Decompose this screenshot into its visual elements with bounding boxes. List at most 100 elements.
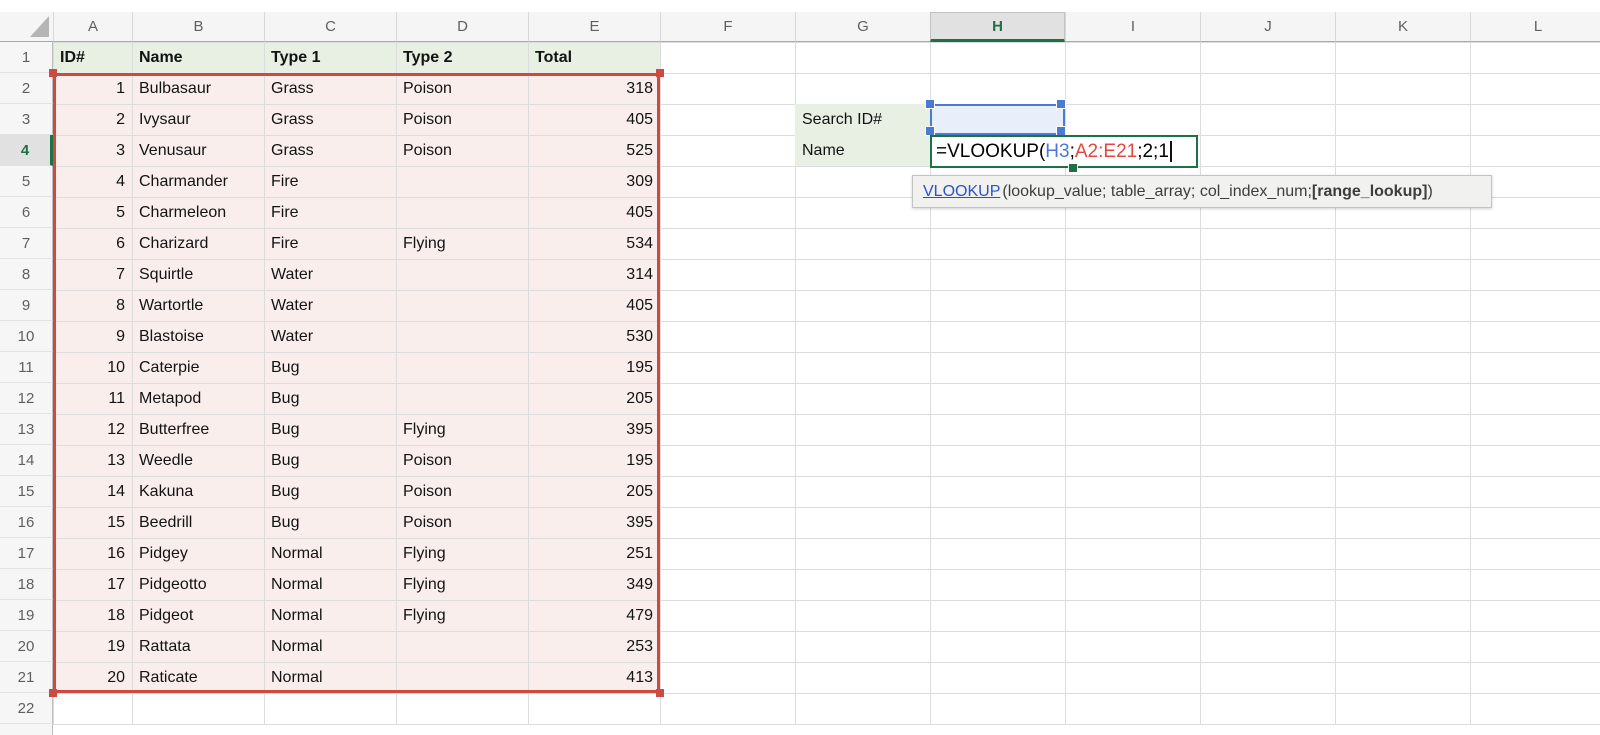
range-handle-bottom-left[interactable] (49, 689, 57, 697)
cell-B8[interactable]: Squirtle (132, 259, 264, 290)
range-handle-bottom-right[interactable] (656, 689, 664, 697)
cell-D16[interactable]: Poison (396, 507, 528, 538)
cell-C12[interactable]: Bug (264, 383, 396, 414)
cell-C21[interactable]: Normal (264, 662, 396, 693)
cell-C18[interactable]: Normal (264, 569, 396, 600)
cell-B17[interactable]: Pidgey (132, 538, 264, 569)
cell-B6[interactable]: Charmeleon (132, 197, 264, 228)
row-header-4[interactable]: 4 (0, 135, 53, 166)
row-header-9[interactable]: 9 (0, 290, 53, 321)
row-header-7[interactable]: 7 (0, 228, 53, 259)
column-header-G[interactable]: G (795, 12, 930, 42)
cell-A14[interactable]: 13 (53, 445, 132, 476)
cell-B20[interactable]: Rattata (132, 631, 264, 662)
cell-E11[interactable]: 195 (528, 352, 660, 383)
column-header-J[interactable]: J (1200, 12, 1335, 42)
cell-B12[interactable]: Metapod (132, 383, 264, 414)
cell-E3[interactable]: 405 (528, 104, 660, 135)
cell-D7[interactable]: Flying (396, 228, 528, 259)
row-header-10[interactable]: 10 (0, 321, 53, 352)
cell-E10[interactable]: 530 (528, 321, 660, 352)
cell-D5[interactable] (396, 166, 528, 197)
cell-A15[interactable]: 14 (53, 476, 132, 507)
cell-C1[interactable]: Type 1 (264, 42, 396, 73)
cell-A9[interactable]: 8 (53, 290, 132, 321)
row-header-21[interactable]: 21 (0, 662, 53, 693)
row-header-2[interactable]: 2 (0, 73, 53, 104)
cell-D17[interactable]: Flying (396, 538, 528, 569)
cell-B19[interactable]: Pidgeot (132, 600, 264, 631)
cell-D2[interactable]: Poison (396, 73, 528, 104)
row-header-12[interactable]: 12 (0, 383, 53, 414)
active-cell-fill-handle[interactable] (1068, 163, 1078, 173)
cell-E21[interactable]: 413 (528, 662, 660, 693)
column-header-H[interactable]: H (930, 12, 1065, 42)
row-header-17[interactable]: 17 (0, 538, 53, 569)
cell-B18[interactable]: Pidgeotto (132, 569, 264, 600)
row-header-22[interactable]: 22 (0, 693, 53, 724)
cell-A3[interactable]: 2 (53, 104, 132, 135)
column-header-D[interactable]: D (396, 12, 528, 42)
row-header-5[interactable]: 5 (0, 166, 53, 197)
column-header-B[interactable]: B (132, 12, 264, 42)
cell-B14[interactable]: Weedle (132, 445, 264, 476)
cell-C15[interactable]: Bug (264, 476, 396, 507)
row-header-8[interactable]: 8 (0, 259, 53, 290)
cell-C7[interactable]: Fire (264, 228, 396, 259)
cell-B1[interactable]: Name (132, 42, 264, 73)
row-header-15[interactable]: 15 (0, 476, 53, 507)
cell-E14[interactable]: 195 (528, 445, 660, 476)
select-all-corner[interactable] (0, 12, 53, 42)
cell-D15[interactable]: Poison (396, 476, 528, 507)
cell-D4[interactable]: Poison (396, 135, 528, 166)
cell-E8[interactable]: 314 (528, 259, 660, 290)
cell-A8[interactable]: 7 (53, 259, 132, 290)
cell-B21[interactable]: Raticate (132, 662, 264, 693)
cell-E1[interactable]: Total (528, 42, 660, 73)
cell-E2[interactable]: 318 (528, 73, 660, 104)
cell-C19[interactable]: Normal (264, 600, 396, 631)
selected-cell-H3[interactable] (930, 104, 1065, 135)
cell-B2[interactable]: Bulbasaur (132, 73, 264, 104)
row-header-1[interactable]: 1 (0, 42, 53, 73)
row-header-11[interactable]: 11 (0, 352, 53, 383)
vlookup-help-link[interactable]: VLOOKUP (923, 183, 1000, 201)
row-header-16[interactable]: 16 (0, 507, 53, 538)
cell-A18[interactable]: 17 (53, 569, 132, 600)
cell-E4[interactable]: 525 (528, 135, 660, 166)
cell-C13[interactable]: Bug (264, 414, 396, 445)
range-handle-top-left[interactable] (49, 69, 57, 77)
cell-B7[interactable]: Charizard (132, 228, 264, 259)
cell-C3[interactable]: Grass (264, 104, 396, 135)
cell-G4-name-label[interactable]: Name (795, 135, 930, 166)
cell-D13[interactable]: Flying (396, 414, 528, 445)
cell-B5[interactable]: Charmander (132, 166, 264, 197)
cell-A21[interactable]: 20 (53, 662, 132, 693)
cell-E20[interactable]: 253 (528, 631, 660, 662)
cell-C9[interactable]: Water (264, 290, 396, 321)
cell-E9[interactable]: 405 (528, 290, 660, 321)
cell-C14[interactable]: Bug (264, 445, 396, 476)
selection-handle-top-left[interactable] (925, 99, 935, 109)
cell-D11[interactable] (396, 352, 528, 383)
cell-C5[interactable]: Fire (264, 166, 396, 197)
cell-D14[interactable]: Poison (396, 445, 528, 476)
cell-A17[interactable]: 16 (53, 538, 132, 569)
cell-C17[interactable]: Normal (264, 538, 396, 569)
cell-A16[interactable]: 15 (53, 507, 132, 538)
range-handle-top-right[interactable] (656, 69, 664, 77)
cell-B11[interactable]: Caterpie (132, 352, 264, 383)
cell-E7[interactable]: 534 (528, 228, 660, 259)
formula-edit-cell-H4[interactable]: =VLOOKUP(H3;A2:E21;2;1 (930, 135, 1198, 168)
cell-D21[interactable] (396, 662, 528, 693)
column-header-A[interactable]: A (53, 12, 132, 42)
cell-E15[interactable]: 205 (528, 476, 660, 507)
cell-E5[interactable]: 309 (528, 166, 660, 197)
cell-A1[interactable]: ID# (53, 42, 132, 73)
cell-D8[interactable] (396, 259, 528, 290)
cell-A4[interactable]: 3 (53, 135, 132, 166)
cell-E13[interactable]: 395 (528, 414, 660, 445)
column-header-E[interactable]: E (528, 12, 660, 42)
row-header-19[interactable]: 19 (0, 600, 53, 631)
cell-B13[interactable]: Butterfree (132, 414, 264, 445)
